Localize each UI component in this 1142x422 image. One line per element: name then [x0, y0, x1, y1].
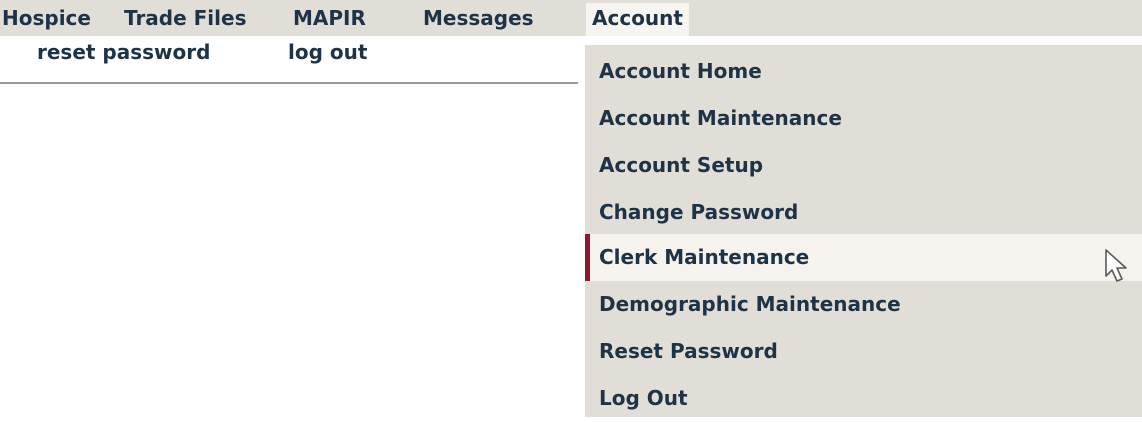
dropdown-item-demographic-maintenance[interactable]: Demographic Maintenance — [585, 281, 1142, 328]
dropdown-item-log-out[interactable]: Log Out — [585, 375, 1142, 422]
menu-trade-files[interactable]: Trade Files — [124, 0, 247, 36]
dropdown-item-account-maintenance[interactable]: Account Maintenance — [585, 95, 1142, 142]
dropdown-item-account-setup[interactable]: Account Setup — [585, 142, 1142, 189]
account-dropdown-menu: Account Home Account Maintenance Account… — [585, 45, 1142, 417]
dropdown-item-reset-password[interactable]: Reset Password — [585, 328, 1142, 375]
subnav-log-out-link[interactable]: log out — [288, 36, 367, 80]
dropdown-item-change-password[interactable]: Change Password — [585, 189, 1142, 236]
dropdown-item-account-home[interactable]: Account Home — [585, 48, 1142, 95]
top-menu-bar: Hospice Trade Files MAPIR Messages Accou… — [0, 0, 1142, 36]
mouse-pointer-icon — [1105, 249, 1127, 282]
menu-account[interactable]: Account — [586, 3, 689, 36]
menu-mapir[interactable]: MAPIR — [293, 0, 366, 36]
dropdown-item-clerk-maintenance[interactable]: Clerk Maintenance — [585, 234, 1142, 281]
subnav-reset-password-link[interactable]: reset password — [37, 36, 210, 80]
menu-hospice[interactable]: Hospice — [2, 0, 91, 36]
account-subnav: reset password log out — [0, 36, 578, 84]
menu-messages[interactable]: Messages — [423, 0, 534, 36]
